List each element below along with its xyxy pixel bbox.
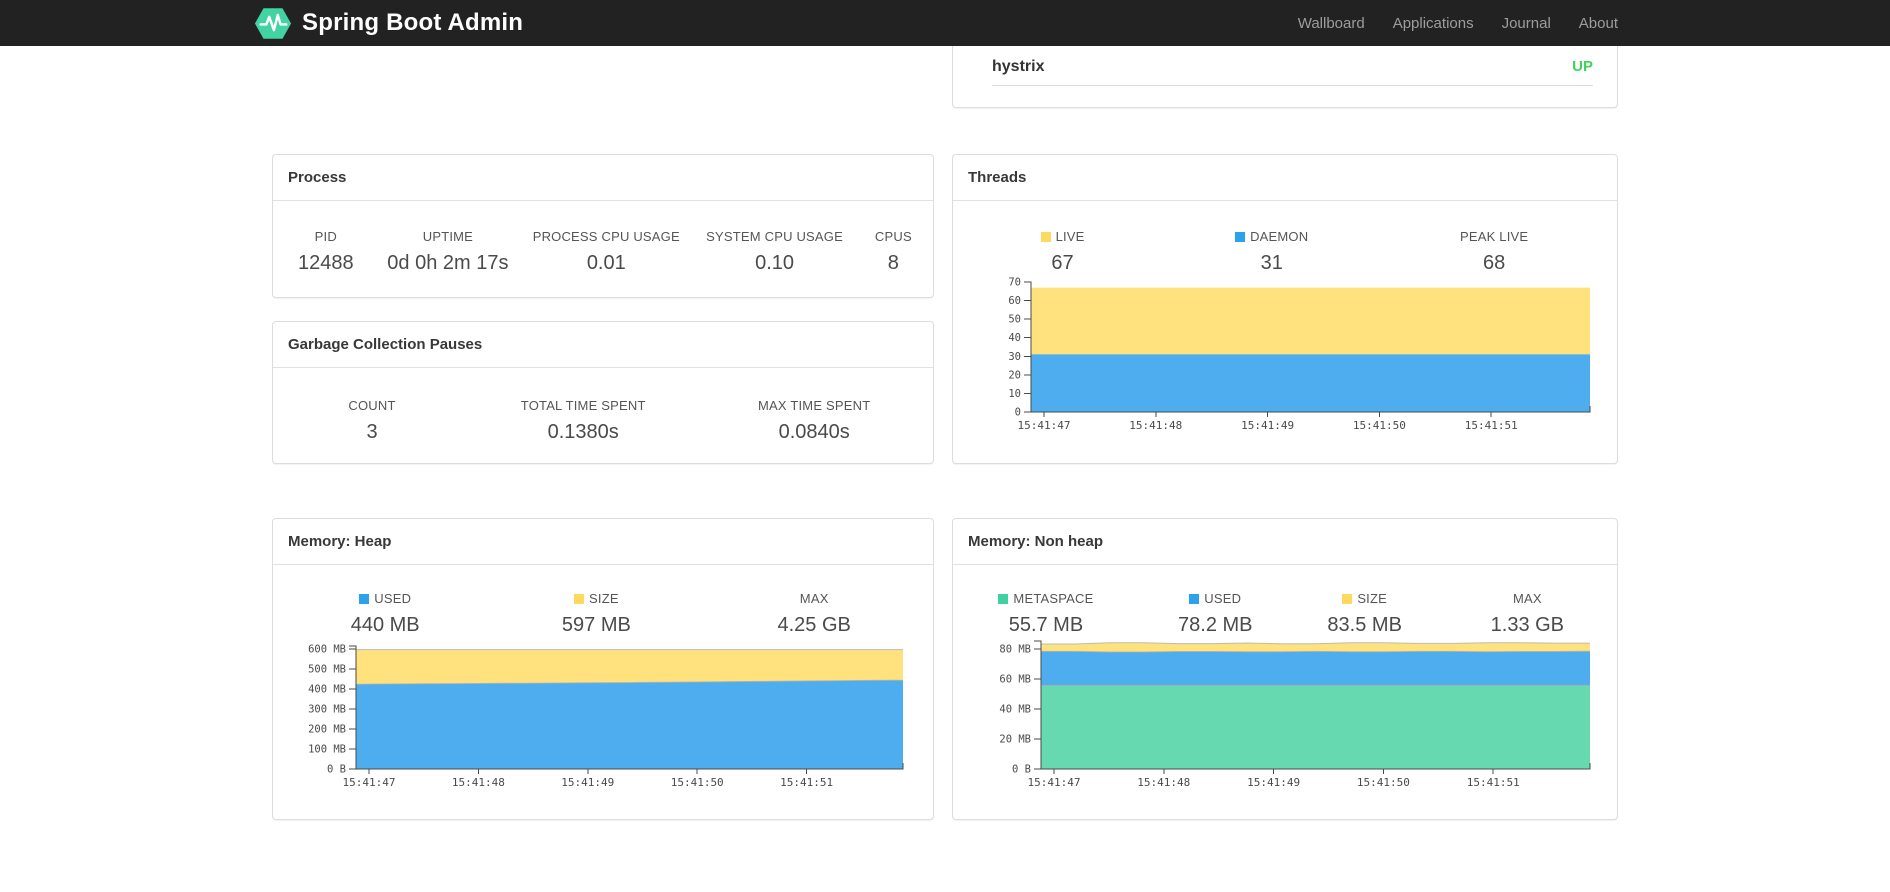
health-indicator-name: hystrix: [992, 57, 1045, 75]
metric-pid: PID 12488: [297, 229, 354, 274]
nav-item-applications[interactable]: Applications: [1393, 15, 1474, 32]
process-metrics: PID 12488 UPTIME 0d 0h 2m 17s PROCESS CP…: [273, 201, 933, 275]
svg-text:0 B: 0 B: [327, 764, 346, 776]
metric-gc-total-time: TOTAL TIME SPENT 0.1380s: [520, 398, 646, 443]
svg-text:15:41:48: 15:41:48: [452, 776, 505, 789]
svg-text:60: 60: [1008, 295, 1021, 307]
health-status-badge: UP: [1572, 58, 1593, 75]
process-panel-title: Process: [288, 169, 347, 186]
svg-text:40 MB: 40 MB: [999, 704, 1031, 716]
process-panel-header: Process: [273, 155, 933, 201]
nav-item-wallboard[interactable]: Wallboard: [1298, 15, 1365, 32]
brand-title: Spring Boot Admin: [302, 9, 524, 36]
metric-system-cpu-usage: SYSTEM CPU USAGE 0.10: [706, 229, 843, 274]
process-panel: Process PID 12488 UPTIME 0d 0h 2m 17s PR…: [272, 154, 934, 298]
metric-gc-max-time: MAX TIME SPENT 0.0840s: [758, 398, 871, 443]
gc-panel-title: Garbage Collection Pauses: [288, 336, 483, 353]
gc-metrics: COUNT 3 TOTAL TIME SPENT 0.1380s MAX TIM…: [273, 368, 933, 444]
svg-text:15:41:50: 15:41:50: [671, 776, 724, 789]
metric-gc-count: COUNT 3: [348, 398, 396, 443]
nav-item-about[interactable]: About: [1579, 15, 1618, 32]
svg-text:50: 50: [1008, 314, 1021, 326]
svg-text:10: 10: [1008, 388, 1021, 400]
nav-item-journal[interactable]: Journal: [1502, 15, 1551, 32]
brand-logo-icon: [254, 7, 292, 40]
brand[interactable]: Spring Boot Admin: [254, 0, 523, 46]
memory-nonheap-chart: 0 B 20 MB 40 MB 60 MB 80 MB 15:41:47 15:41:48 1…: [999, 640, 1591, 789]
svg-text:15:41:50: 15:41:50: [1357, 776, 1410, 789]
svg-text:15:41:49: 15:41:49: [1241, 419, 1294, 432]
svg-text:15:41:47: 15:41:47: [1018, 419, 1071, 432]
svg-text:15:41:50: 15:41:50: [1353, 419, 1406, 432]
health-row-hystrix: hystrix UP: [992, 48, 1593, 86]
svg-text:15:41:49: 15:41:49: [561, 776, 614, 789]
svg-text:80 MB: 80 MB: [999, 644, 1031, 656]
svg-text:0: 0: [1015, 407, 1021, 419]
threads-panel: Threads LIVE 67 DAEMON 31 PEAK LIVE 68 0…: [952, 154, 1618, 464]
navbar: Spring Boot Admin Wallboard Applications…: [0, 0, 1890, 46]
memory-nonheap-panel: Memory: Non heap METASPACE 55.7 MB USED …: [952, 518, 1618, 820]
threads-chart: 0 10 20 30 40 50 60 70 15:41:47 15:41:48 15:41:49 1…: [1008, 277, 1591, 432]
svg-text:30: 30: [1008, 351, 1021, 363]
svg-text:70: 70: [1008, 277, 1021, 289]
svg-text:15:41:51: 15:41:51: [780, 776, 833, 789]
memory-heap-panel: Memory: Heap USED 440 MB SIZE 597 MB MAX…: [272, 518, 934, 820]
memory-heap-chart: 0 B 100 MB 200 MB 300 MB 400 MB 500 MB 600 MB 1…: [308, 644, 904, 789]
svg-text:15:41:48: 15:41:48: [1129, 419, 1182, 432]
svg-text:15:41:47: 15:41:47: [343, 776, 396, 789]
svg-text:15:41:48: 15:41:48: [1137, 776, 1190, 789]
svg-text:15:41:51: 15:41:51: [1467, 776, 1520, 789]
svg-text:15:41:49: 15:41:49: [1247, 776, 1300, 789]
svg-text:20: 20: [1008, 369, 1021, 381]
svg-text:500 MB: 500 MB: [308, 664, 346, 676]
svg-text:600 MB: 600 MB: [308, 644, 346, 656]
svg-text:100 MB: 100 MB: [308, 744, 346, 756]
svg-text:300 MB: 300 MB: [308, 704, 346, 716]
svg-text:400 MB: 400 MB: [308, 684, 346, 696]
svg-text:20 MB: 20 MB: [999, 734, 1031, 746]
svg-text:15:41:51: 15:41:51: [1465, 419, 1518, 432]
svg-text:40: 40: [1008, 332, 1021, 344]
metric-process-cpu-usage: PROCESS CPU USAGE 0.01: [532, 229, 680, 274]
gc-panel: Garbage Collection Pauses COUNT 3 TOTAL …: [272, 321, 934, 464]
metric-uptime: UPTIME 0d 0h 2m 17s: [387, 229, 509, 274]
svg-text:60 MB: 60 MB: [999, 674, 1031, 686]
svg-text:15:41:47: 15:41:47: [1028, 776, 1081, 789]
gc-panel-header: Garbage Collection Pauses: [273, 322, 933, 368]
svg-text:200 MB: 200 MB: [308, 724, 346, 736]
nav-links: Wallboard Applications Journal About: [1270, 0, 1618, 46]
svg-text:0 B: 0 B: [1012, 764, 1031, 776]
metric-cpus: CPUS 8: [874, 229, 912, 274]
